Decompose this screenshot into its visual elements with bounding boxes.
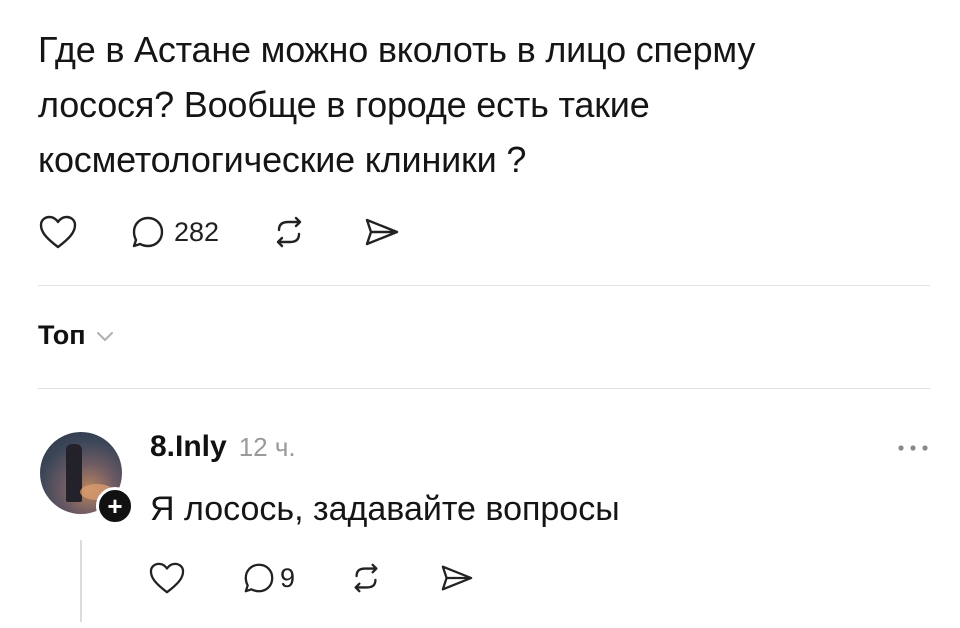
more-button[interactable]: [896, 440, 930, 458]
divider: [38, 285, 930, 286]
reply-count: 9: [280, 562, 296, 593]
send-icon: [365, 218, 399, 246]
heart-icon: [39, 215, 77, 249]
reply-header: 8.Inly 12 ч.: [150, 430, 296, 464]
comment-icon: [132, 216, 164, 248]
repost-button[interactable]: [271, 214, 307, 250]
repost-button[interactable]: [349, 561, 383, 595]
reply-actions: 9: [148, 556, 475, 600]
post-text-line: лосося? Вообще в городе есть такие: [38, 84, 650, 125]
post-actions: 282: [38, 208, 401, 256]
comment-icon: [244, 563, 274, 593]
reply-button[interactable]: 9: [242, 561, 295, 595]
reply-count: 282: [174, 216, 220, 247]
heart-icon: [149, 562, 185, 594]
divider: [38, 388, 930, 389]
post-text-line: Где в Астане можно вколоть в лицо сперму: [38, 29, 756, 70]
share-button[interactable]: [439, 561, 475, 595]
thread-line: [80, 540, 82, 622]
post-text-line: косметологические клиники ?: [38, 139, 527, 180]
repost-icon: [354, 563, 378, 593]
post-text: Где в Астане можно вколоть в лицо сперму…: [38, 22, 918, 187]
chevron-down-icon: [96, 331, 113, 341]
reply-button[interactable]: 282: [130, 214, 219, 250]
like-button[interactable]: [38, 214, 78, 250]
timestamp: 12 ч.: [238, 432, 296, 462]
follow-button[interactable]: +: [96, 487, 134, 525]
reply-text: Я лосось, задавайте вопросы: [150, 490, 620, 528]
sort-label: Топ: [38, 320, 86, 350]
repost-icon: [276, 216, 302, 248]
more-icon: [898, 445, 928, 451]
like-button[interactable]: [148, 561, 186, 595]
username[interactable]: 8.Inly: [150, 430, 227, 464]
plus-icon: +: [107, 491, 123, 521]
sort-dropdown[interactable]: Топ: [38, 320, 114, 351]
send-icon: [441, 565, 473, 591]
share-button[interactable]: [363, 214, 401, 250]
